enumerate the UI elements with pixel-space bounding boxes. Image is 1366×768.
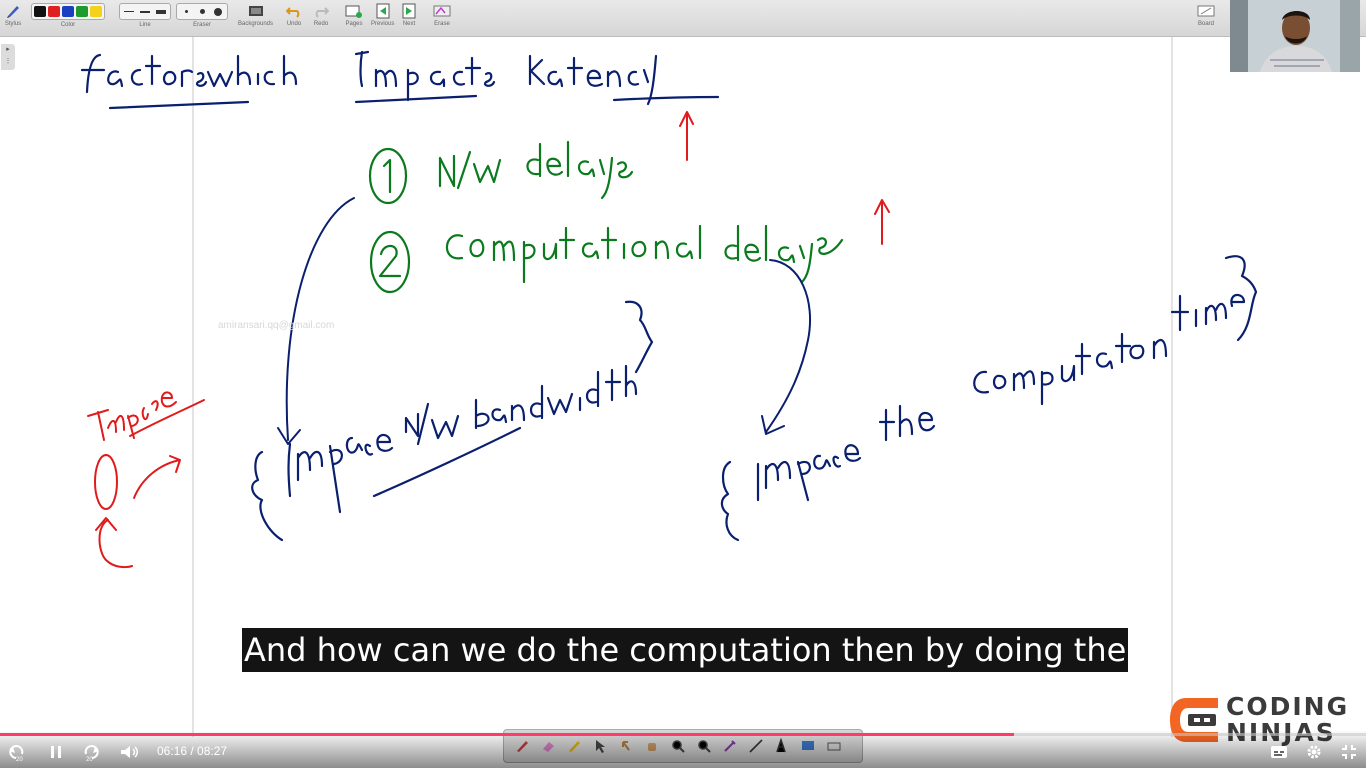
subtitle-caption: And how can we do the computation then b… — [242, 628, 1129, 672]
eraser-label: Eraser — [193, 22, 211, 28]
color-swatch-4[interactable] — [90, 6, 102, 17]
presenter-video — [1230, 0, 1360, 72]
skip-back-seconds: 20 — [16, 757, 23, 762]
email-watermark: amiransari.qq@gmail.com — [218, 320, 335, 331]
board-label: Board — [1197, 21, 1214, 27]
previous-icon — [374, 3, 392, 19]
redo-label: Redo — [313, 21, 329, 27]
skip-back-button[interactable]: 20 — [6, 742, 28, 762]
undo-button[interactable]: Undo — [285, 3, 303, 27]
color-swatches[interactable] — [31, 3, 105, 20]
next-icon — [400, 3, 418, 19]
handwritten-improve-computation — [720, 255, 1258, 542]
stylus-tool[interactable]: Stylus — [4, 3, 22, 27]
eraser-medium-option[interactable] — [195, 6, 209, 17]
captions-icon — [1271, 746, 1287, 758]
eraser-picker[interactable]: Eraser — [176, 3, 228, 28]
color-swatch-1[interactable] — [48, 6, 60, 17]
volume-icon — [121, 746, 138, 758]
eraser-small-option[interactable] — [179, 6, 193, 17]
line-picker[interactable]: Line — [119, 3, 171, 28]
pages-icon — [345, 3, 363, 19]
redo-icon — [312, 3, 330, 19]
handwritten-item-1 — [368, 140, 634, 205]
logo-line-1: CODING — [1226, 692, 1350, 721]
skip-forward-icon: 20 — [84, 745, 99, 762]
erase-label: Erase — [434, 21, 450, 27]
progress-bar-fill — [0, 733, 1014, 736]
previous-label: Previous — [371, 21, 395, 27]
line-medium-option[interactable] — [138, 6, 152, 17]
backgrounds-label: Backgrounds — [238, 21, 274, 27]
backgrounds-icon — [247, 3, 265, 19]
previous-page-button[interactable]: Previous — [371, 3, 394, 27]
line-label: Line — [139, 22, 151, 28]
whiteboard-toolbar: Stylus Color Line Eraser Backgrounds Und… — [0, 0, 1366, 37]
webcam-overlay — [1230, 0, 1360, 72]
color-picker[interactable]: Color — [31, 3, 105, 28]
pages-label: Pages — [345, 21, 363, 27]
pause-button[interactable] — [45, 742, 67, 762]
line-width-options[interactable] — [119, 3, 171, 20]
skip-forward-button[interactable]: 20 — [80, 742, 102, 762]
settings-button[interactable] — [1303, 742, 1325, 762]
board-icon — [1197, 3, 1215, 19]
color-swatch-0[interactable] — [34, 6, 46, 17]
erase-all-button[interactable]: Erase — [433, 3, 451, 27]
blue-curved-arrows — [277, 197, 812, 445]
skip-forward-seconds: 20 — [86, 757, 93, 762]
progress-bar[interactable] — [0, 733, 1366, 736]
next-label: Next — [402, 21, 416, 27]
stylus-icon — [4, 3, 22, 19]
volume-button[interactable] — [119, 742, 141, 762]
handwritten-title — [80, 50, 720, 110]
red-up-arrows — [679, 111, 890, 245]
handwritten-red-improve — [87, 391, 205, 569]
eraser-large-option[interactable] — [211, 6, 225, 17]
exit-fullscreen-icon — [1342, 745, 1356, 759]
pause-icon — [51, 746, 61, 758]
next-page-button[interactable]: Next — [400, 3, 418, 27]
backgrounds-button[interactable]: Backgrounds — [238, 3, 273, 27]
handwritten-item-2 — [369, 224, 844, 294]
pages-button[interactable]: Pages — [345, 3, 363, 27]
eraser-size-options[interactable] — [176, 3, 228, 20]
color-label: Color — [60, 22, 76, 28]
color-swatch-3[interactable] — [76, 6, 88, 17]
erase-icon — [433, 3, 451, 19]
line-thin-option[interactable] — [122, 6, 136, 17]
handwritten-improve-bandwidth — [251, 300, 654, 542]
color-swatch-2[interactable] — [62, 6, 74, 17]
exit-fullscreen-button[interactable] — [1338, 742, 1360, 762]
gear-icon — [1307, 745, 1321, 759]
time-display: 06:16 / 08:27 — [157, 744, 228, 758]
board-button[interactable]: Board — [1197, 3, 1215, 27]
undo-label: Undo — [286, 21, 302, 27]
undo-icon — [285, 3, 303, 19]
redo-button[interactable]: Redo — [312, 3, 330, 27]
captions-button[interactable] — [1268, 742, 1290, 762]
stylus-label: Stylus — [4, 21, 22, 27]
line-thick-option[interactable] — [154, 6, 168, 17]
skip-back-icon: 20 — [9, 745, 23, 762]
